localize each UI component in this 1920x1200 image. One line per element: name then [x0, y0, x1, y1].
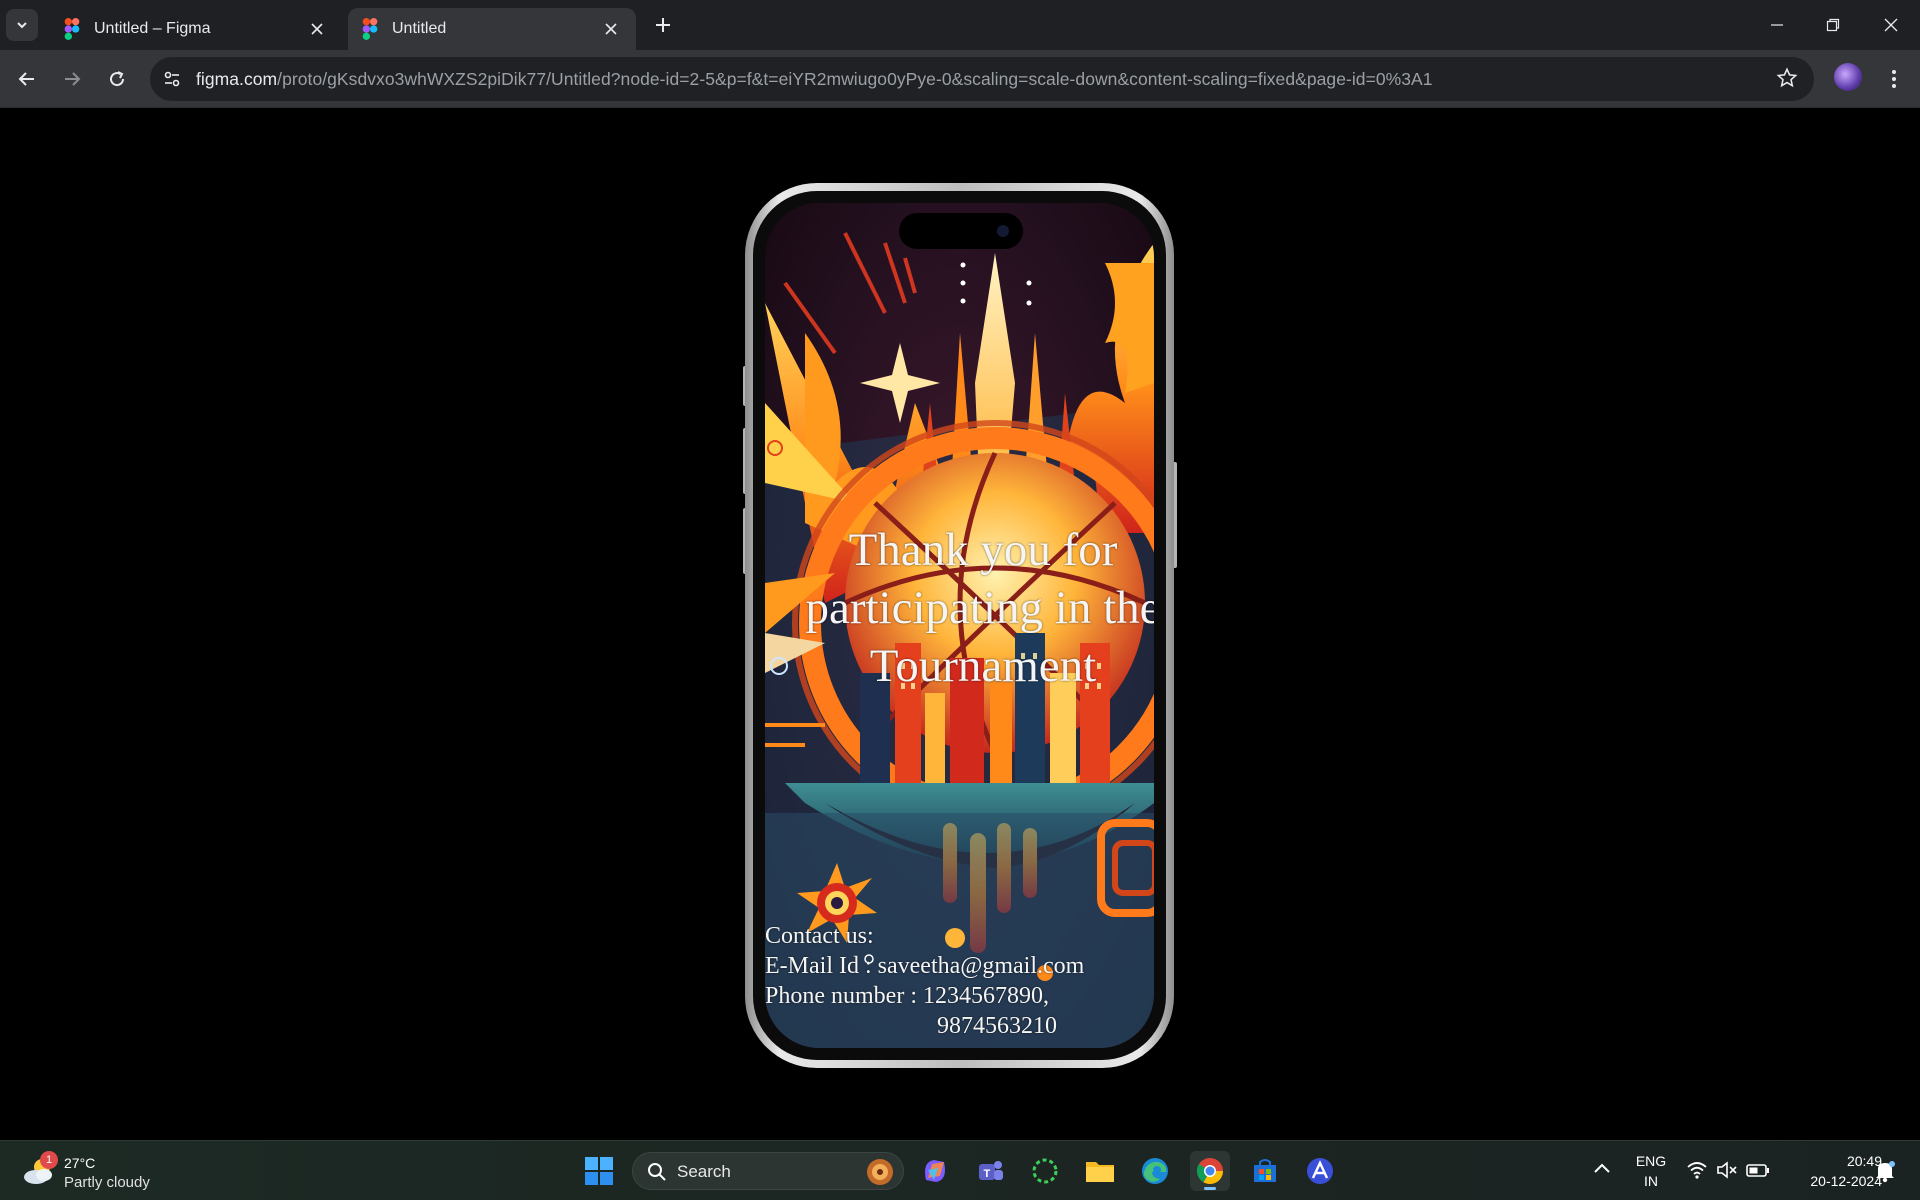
close-icon[interactable] [306, 18, 328, 40]
bookmark-star-icon[interactable] [1776, 67, 1800, 91]
edge-icon [1142, 1158, 1168, 1184]
store-app[interactable] [1245, 1151, 1285, 1191]
restore-icon [1826, 18, 1840, 32]
region-code: IN [1644, 1173, 1658, 1189]
teams-icon: T [979, 1161, 1003, 1180]
tab-title: Untitled – Figma [94, 20, 211, 37]
phone-line: Phone number : 1234567890, [765, 983, 1049, 1009]
figma-icon [64, 18, 82, 40]
arrow-left-icon [18, 72, 34, 86]
taskbar: 1 27°C Partly cloudy Search T ENG IN 20:… [0, 1140, 1920, 1200]
taskbar-search[interactable]: Search [632, 1152, 904, 1190]
contact-block: Contact us: E-Mail Id : saveetha@gmail.co… [765, 921, 1084, 1041]
weather-widget[interactable]: 1 27°C Partly cloudy [22, 1151, 172, 1193]
file-explorer-app[interactable] [1080, 1151, 1120, 1191]
volume-muted-icon[interactable] [1716, 1160, 1738, 1185]
app-logo-icon [1307, 1158, 1333, 1184]
edge-app[interactable] [1135, 1151, 1175, 1191]
chevron-down-icon [17, 22, 27, 29]
url-path: /proto/gKsdvxo3whWXZS2piDik77/Untitled?n… [277, 69, 1433, 89]
start-button[interactable] [579, 1151, 619, 1191]
copilot-app[interactable] [915, 1151, 955, 1191]
plus-icon [656, 18, 670, 32]
circular-progress-icon [1032, 1158, 1058, 1184]
iphone-frame: Thank you for participating in the Tourn… [745, 183, 1174, 1068]
vpn-app[interactable] [1300, 1151, 1340, 1191]
close-icon [1884, 18, 1898, 32]
reload-button[interactable] [101, 63, 133, 95]
tab-figma-editor[interactable]: Untitled – Figma [50, 8, 342, 50]
back-button[interactable] [11, 63, 43, 95]
tray-overflow-chevron[interactable] [1590, 1157, 1614, 1186]
active-indicator [1204, 1187, 1216, 1190]
language-code: ENG [1635, 1153, 1667, 1169]
windows-logo-icon [585, 1157, 613, 1185]
phone-line-2: 9874563210 [937, 1013, 1057, 1039]
minimize-icon [1771, 24, 1783, 26]
notification-bell-icon[interactable] [1874, 1159, 1896, 1188]
forward-button[interactable] [56, 63, 88, 95]
browser-toolbar: figma.com/proto/gKsdvxo3whWXZS2piDik77/U… [0, 50, 1920, 108]
address-bar[interactable]: figma.com/proto/gKsdvxo3whWXZS2piDik77/U… [150, 57, 1814, 101]
tab-prototype[interactable]: Untitled [348, 8, 636, 50]
weather-condition: Partly cloudy [64, 1174, 150, 1191]
notification-badge: 1 [40, 1151, 58, 1169]
reload-icon [110, 71, 125, 87]
clock-time: 20:49 [1846, 1153, 1882, 1169]
url-text[interactable]: figma.com/proto/gKsdvxo3whWXZS2piDik77/U… [196, 69, 1433, 90]
close-icon[interactable] [600, 18, 622, 40]
dynamic-island [899, 213, 1023, 249]
temperature: 27°C [64, 1155, 96, 1171]
input-language[interactable]: ENG IN [1632, 1151, 1670, 1191]
chrome-app[interactable] [1190, 1151, 1230, 1191]
loading-app[interactable] [1025, 1151, 1065, 1191]
minimize-button[interactable] [1754, 8, 1800, 42]
more-menu-icon[interactable] [1880, 63, 1908, 95]
chevron-up-icon [1594, 1163, 1610, 1173]
chrome-icon [1196, 1158, 1224, 1185]
folder-icon [1086, 1162, 1114, 1182]
copilot-icon [925, 1160, 945, 1182]
tab-search-button[interactable] [6, 9, 38, 41]
camera-dot [997, 225, 1009, 237]
close-window-button[interactable] [1868, 8, 1914, 42]
site-info-button[interactable] [158, 65, 186, 93]
system-clock[interactable]: 20:49 20-12-2024 [1782, 1151, 1882, 1191]
wifi-icon[interactable] [1686, 1160, 1708, 1185]
new-tab-button[interactable] [650, 12, 676, 38]
figma-icon [362, 18, 380, 40]
restore-button[interactable] [1810, 8, 1856, 42]
tune-icon [164, 71, 180, 87]
tab-title: Untitled [392, 20, 447, 37]
arrow-right-icon [65, 72, 81, 86]
url-host: figma.com [196, 69, 278, 89]
search-label: Search [677, 1162, 731, 1181]
profile-avatar[interactable] [1834, 63, 1862, 91]
contact-heading: Contact us: [765, 923, 874, 949]
store-icon [1254, 1159, 1276, 1182]
search-highlight-icon [867, 1159, 893, 1185]
thank-you-headline: Thank you for participating in the Tourn… [805, 524, 1154, 692]
svg-text:T: T [984, 1168, 991, 1180]
tab-strip: Untitled – Figma Untitled [0, 0, 1920, 50]
battery-icon[interactable] [1746, 1160, 1770, 1185]
teams-app[interactable]: T [970, 1151, 1010, 1191]
email-line: E-Mail Id : saveetha@gmail.com [765, 953, 1085, 979]
prototype-screen[interactable]: Thank you for participating in the Tourn… [765, 203, 1154, 1048]
clock-date: 20-12-2024 [1810, 1173, 1882, 1189]
search-icon [648, 1163, 666, 1181]
